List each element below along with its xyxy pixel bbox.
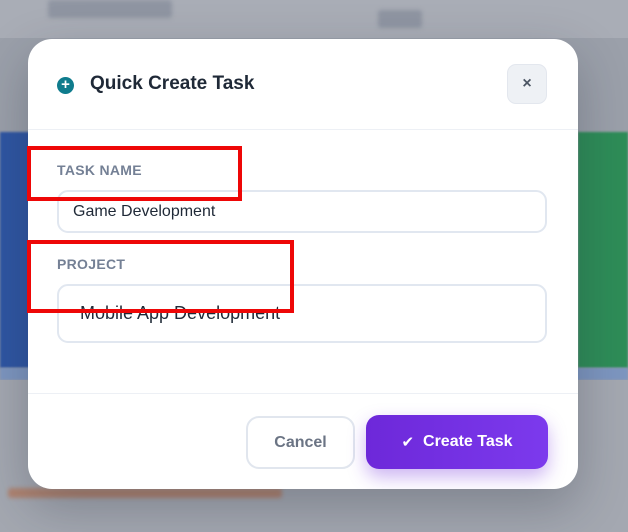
background-card: [578, 132, 628, 368]
background-notice: [8, 488, 282, 498]
project-input[interactable]: Mobile App Development: [57, 284, 547, 343]
check-icon: ✔: [401, 433, 415, 451]
quick-create-task-modal: + Quick Create Task × TASK NAME Game Dev…: [28, 39, 578, 489]
background-nav-item: [378, 10, 422, 28]
close-button[interactable]: ×: [507, 64, 547, 104]
create-task-label: Create Task: [423, 433, 513, 450]
background-card: [0, 132, 30, 368]
task-name-input[interactable]: Game Development: [57, 190, 547, 233]
modal-footer: Cancel ✔ Create Task: [28, 393, 578, 489]
task-name-label: TASK NAME: [57, 162, 142, 178]
plus-circle-icon: +: [57, 77, 74, 94]
close-icon: ×: [522, 75, 532, 92]
create-task-button[interactable]: ✔ Create Task: [366, 415, 548, 469]
background-nav-item: [48, 0, 172, 18]
modal-header: + Quick Create Task ×: [28, 39, 578, 130]
modal-title: Quick Create Task: [90, 73, 255, 94]
background-header: [0, 0, 628, 38]
project-label: PROJECT: [57, 256, 126, 272]
cancel-button[interactable]: Cancel: [246, 416, 355, 469]
modal-body: TASK NAME Game Development PROJECT Mobil…: [28, 130, 578, 393]
